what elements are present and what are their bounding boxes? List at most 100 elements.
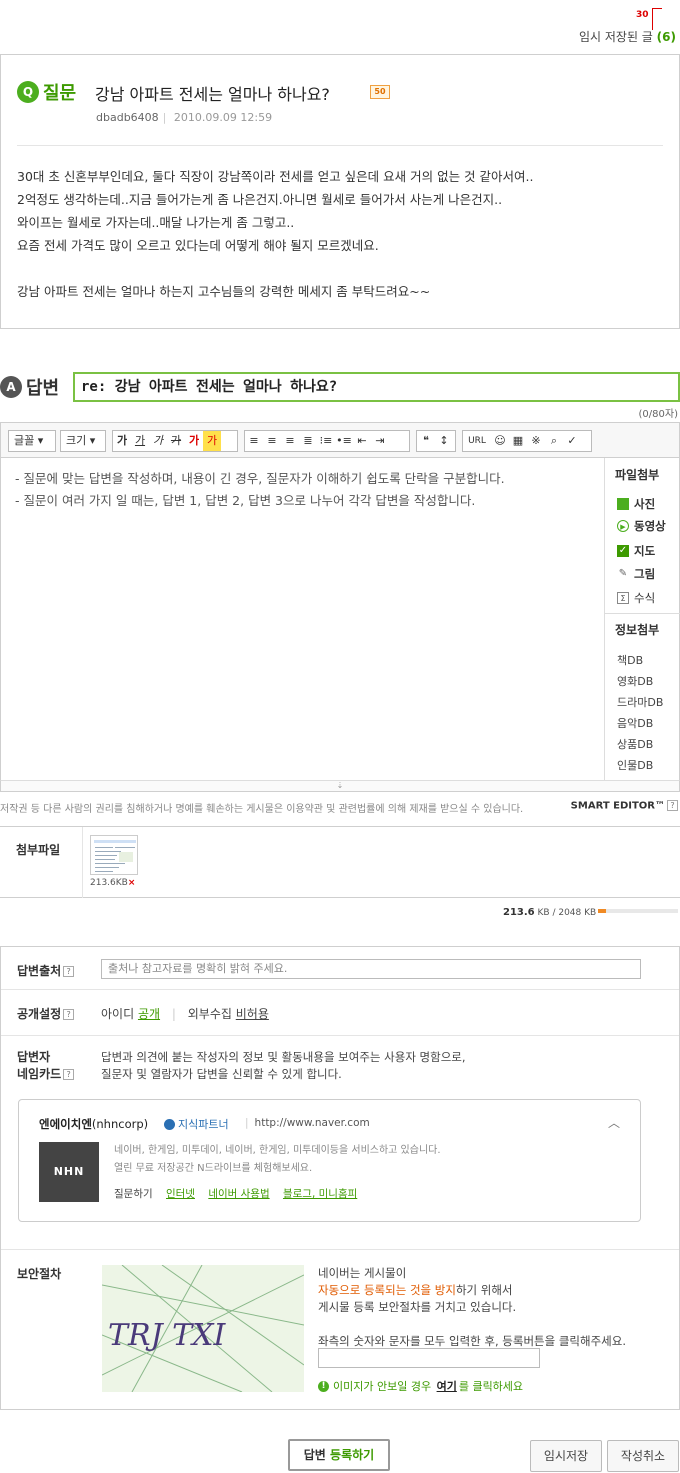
editor-guide-line: - 질문에 맞는 답변을 작성하며, 내용이 긴 경우, 질문자가 이해하기 쉽… bbox=[15, 471, 505, 486]
name-card-label-line: 네임카드 bbox=[17, 1067, 62, 1081]
attach-photo-button[interactable]: 사진 bbox=[617, 496, 655, 512]
attach-formula-label: 수식 bbox=[634, 591, 656, 605]
card-url-text[interactable]: http://www.naver.com bbox=[255, 1117, 370, 1129]
collapse-caret-icon[interactable]: ︿ bbox=[608, 1114, 620, 1131]
font-select[interactable]: 글꼴 ▾ bbox=[8, 430, 56, 452]
align-center-icon[interactable]: ≡ bbox=[263, 431, 281, 451]
spellcheck-icon[interactable]: ✓ bbox=[563, 431, 581, 451]
outdent-icon[interactable]: ⇤ bbox=[353, 431, 371, 451]
temp-saved-label[interactable]: 임시 저장된 글 bbox=[579, 30, 653, 44]
capacity-bar-fill bbox=[598, 909, 607, 913]
numbered-list-icon[interactable]: ⁝≡ bbox=[317, 431, 335, 451]
public-label-text: 공개설정 bbox=[17, 1007, 62, 1021]
captcha-help-post: 를 클릭하세요 bbox=[458, 1380, 524, 1393]
align-right-icon[interactable]: ≡ bbox=[281, 431, 299, 451]
cancel-button[interactable]: 작성취소 bbox=[607, 1440, 679, 1472]
italic-button[interactable]: 가 bbox=[149, 431, 167, 451]
db-product-button[interactable]: 상품DB bbox=[617, 736, 653, 752]
card-description: 네이버, 한게임, 미투데이, 네이버, 한게임, 미투데이등을 서비스하고 있… bbox=[114, 1142, 441, 1178]
marker-line bbox=[652, 8, 653, 30]
partner-icon bbox=[164, 1118, 175, 1130]
smart-editor-text: SMART EDITOR™ bbox=[570, 800, 665, 812]
question-date: 2010.09.09 12:59 bbox=[173, 111, 273, 124]
help-icon[interactable]: ? bbox=[63, 966, 75, 977]
bold-button[interactable]: 가 bbox=[113, 431, 131, 451]
help-icon[interactable]: ? bbox=[63, 1009, 75, 1020]
align-justify-icon[interactable]: ≣ bbox=[299, 431, 317, 451]
emoticon-icon[interactable]: ☺ bbox=[491, 431, 509, 451]
question-body-line: 강남 아파트 전세는 얼마나 하는지 고수님들의 강력한 메세지 좀 부탁드려요… bbox=[17, 284, 431, 299]
quote-group: ❝ ↕ bbox=[416, 430, 456, 452]
photo-icon bbox=[617, 498, 629, 510]
quote-icon[interactable]: ❝ bbox=[417, 431, 435, 451]
answer-form: 답변출처? 출처나 참고자료를 명확히 밝혀 주세요. 공개설정? 아이디 공개… bbox=[0, 946, 680, 1410]
attach-drawing-label: 그림 bbox=[634, 567, 656, 581]
submit-answer-button[interactable]: 답변 등록하기 bbox=[288, 1439, 390, 1471]
db-person-button[interactable]: 인물DB bbox=[617, 757, 653, 773]
capacity-bar bbox=[598, 909, 678, 913]
question-body-line bbox=[17, 257, 667, 280]
attachment-section: 첨부파일 213.6KB× bbox=[0, 826, 680, 898]
db-movie-button[interactable]: 영화DB bbox=[617, 673, 653, 689]
attachment-thumbnail[interactable] bbox=[90, 835, 138, 875]
db-drama-button[interactable]: 드라마DB bbox=[617, 694, 663, 710]
underline-button[interactable]: 가 bbox=[131, 431, 149, 451]
attach-drawing-button[interactable]: ✎ 그림 bbox=[617, 566, 655, 582]
question-author[interactable]: dbadb6408 bbox=[96, 111, 159, 124]
captcha-text: TRJ TXI bbox=[108, 1318, 227, 1353]
captcha-refresh-link[interactable]: 여기 bbox=[437, 1378, 457, 1394]
db-music-button[interactable]: 음악DB bbox=[617, 715, 653, 731]
font-color-button[interactable]: 가 bbox=[185, 431, 203, 451]
card-name-en: (nhncorp) bbox=[91, 1117, 149, 1131]
captcha-input[interactable] bbox=[318, 1348, 540, 1368]
search-icon[interactable]: ⌕ bbox=[545, 431, 563, 451]
attach-video-button[interactable]: ▶ 동영상 bbox=[617, 518, 666, 534]
source-input[interactable]: 출처나 참고자료를 명확히 밝혀 주세요. bbox=[101, 959, 641, 979]
line-height-icon[interactable]: ↕ bbox=[435, 431, 453, 451]
temp-saved-link[interactable]: 임시 저장된 글 (6) bbox=[579, 28, 676, 45]
help-icon[interactable]: ? bbox=[667, 800, 678, 811]
card-name-ko: 엔에이치엔 bbox=[39, 1117, 92, 1131]
ask-link-internet[interactable]: 인터넷 bbox=[166, 1188, 195, 1200]
table-icon[interactable]: ▦ bbox=[509, 431, 527, 451]
temp-save-button[interactable]: 임시저장 bbox=[530, 1440, 602, 1472]
strikethrough-button[interactable]: 가 bbox=[167, 431, 185, 451]
id-visibility-toggle[interactable]: 공개 bbox=[138, 1007, 160, 1021]
attach-map-button[interactable]: ✓ 지도 bbox=[617, 543, 655, 559]
highlight-button[interactable]: 가 bbox=[203, 431, 221, 451]
help-icon[interactable]: ? bbox=[63, 1069, 75, 1080]
size-select[interactable]: 크기 ▾ bbox=[60, 430, 106, 452]
card-text-line: 네이버, 한게임, 미투데이, 네이버, 한게임, 미투데이등을 서비스하고 있… bbox=[114, 1145, 441, 1156]
attachment-size: 213.6KB× bbox=[90, 878, 135, 888]
ask-link-naver-usage[interactable]: 네이버 사용법 bbox=[208, 1188, 269, 1200]
align-left-icon[interactable]: ≡ bbox=[245, 431, 263, 451]
editor-guide-line: - 질문이 여러 가지 일 때는, 답변 1, 답변 2, 답변 3으로 나누어… bbox=[15, 493, 476, 508]
answer-title-input[interactable]: re: 강남 아파트 전세는 얼마나 하나요? bbox=[73, 372, 680, 402]
marker-line-top bbox=[652, 8, 662, 9]
public-settings: 아이디 공개 | 외부수집 비허용 bbox=[101, 1005, 269, 1022]
external-collect-toggle[interactable]: 비허용 bbox=[236, 1007, 269, 1021]
bullet-list-icon[interactable]: •≡ bbox=[335, 431, 353, 451]
attach-side-panel: 파일첨부 사진 ▶ 동영상 ✓ 지도 ✎ 그림 Σ 수식 정보첨부 책DB 영화DB 드… bbox=[604, 458, 680, 780]
editor-resize-handle[interactable]: ⇣ bbox=[0, 780, 680, 792]
indent-icon[interactable]: ⇥ bbox=[371, 431, 389, 451]
name-card-label: 답변자 네임카드? bbox=[17, 1049, 75, 1083]
url-button[interactable]: URL bbox=[463, 431, 491, 451]
captcha-image: TRJ TXI bbox=[102, 1265, 304, 1392]
attach-formula-button[interactable]: Σ 수식 bbox=[617, 590, 655, 606]
db-book-button[interactable]: 책DB bbox=[617, 652, 643, 668]
special-char-icon[interactable]: ※ bbox=[527, 431, 545, 451]
question-title: 강남 아파트 전세는 얼마나 하나요? bbox=[95, 85, 330, 104]
size-select-label: 크기 bbox=[66, 434, 87, 447]
attach-map-label: 지도 bbox=[634, 544, 656, 558]
card-url[interactable]: | http://www.naver.com bbox=[245, 1117, 370, 1129]
card-text-line: 열린 무료 저장공간 N드라이브를 체험해보세요. bbox=[114, 1163, 313, 1174]
temp-saved-count[interactable]: (6) bbox=[657, 30, 676, 44]
editor-area[interactable]: - 질문에 맞는 답변을 작성하며, 내용이 긴 경우, 질문자가 이해하기 쉽… bbox=[0, 458, 680, 782]
id-visibility-label: 아이디 bbox=[101, 1007, 135, 1021]
marker-count: 30 bbox=[636, 10, 649, 20]
ask-link-blog[interactable]: 블로그, 미니홈피 bbox=[283, 1188, 357, 1200]
attachment-size-value: 213.6KB bbox=[90, 878, 128, 888]
submit-label-pre: 답변 bbox=[303, 1448, 326, 1462]
remove-attachment-icon[interactable]: × bbox=[128, 878, 136, 888]
